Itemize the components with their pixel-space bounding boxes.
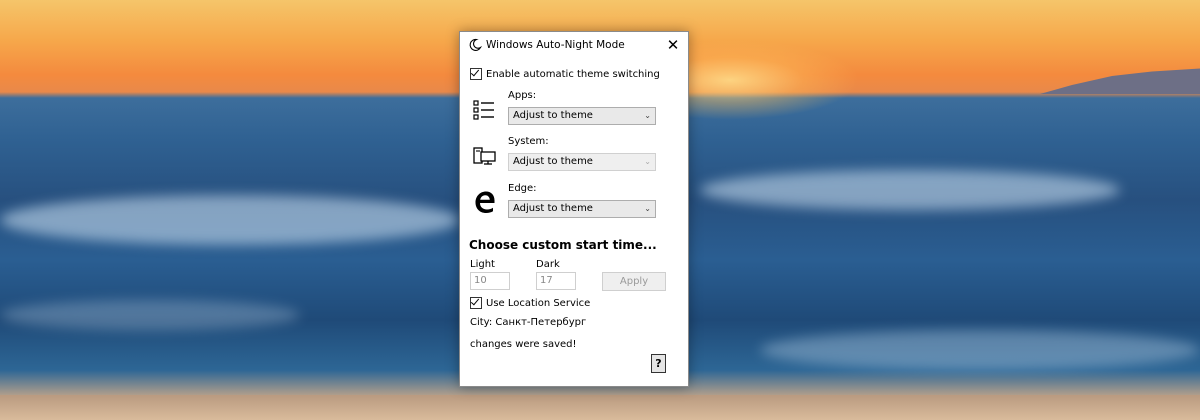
edge-dropdown[interactable]: Adjust to theme ⌄ — [508, 200, 656, 218]
dark-hour-field[interactable]: 17 — [536, 272, 576, 290]
distant-mountain — [1040, 68, 1200, 94]
wave-crest — [700, 170, 1120, 210]
edge-dropdown-value: Adjust to theme — [513, 203, 593, 214]
chevron-down-icon: ⌄ — [644, 111, 651, 120]
apply-button[interactable]: Apply — [602, 272, 666, 291]
checkmark-icon — [470, 67, 480, 77]
chevron-down-icon: ⌄ — [644, 157, 651, 166]
edge-icon — [475, 191, 495, 213]
city-text: City: Санкт-Петербург — [470, 317, 587, 328]
apps-dropdown[interactable]: Adjust to theme ⌄ — [508, 107, 656, 125]
window-title: Windows Auto-Night Mode — [486, 39, 625, 51]
wave-crest — [0, 300, 300, 330]
title-bar[interactable]: Windows Auto-Night Mode ✕ — [460, 32, 688, 58]
help-button[interactable]: ? — [651, 354, 666, 373]
system-dropdown-value: Adjust to theme — [513, 156, 593, 167]
checkbox-box[interactable] — [470, 296, 482, 309]
apps-dropdown-value: Adjust to theme — [513, 110, 593, 121]
enable-switching-label: Enable automatic theme switching — [486, 68, 660, 80]
list-icon — [473, 100, 494, 120]
system-label: System: — [508, 136, 549, 147]
enable-switching-checkbox[interactable]: Enable automatic theme switching — [470, 67, 660, 80]
apps-label: Apps: — [508, 90, 537, 101]
computer-icon — [473, 147, 496, 165]
checkmark-icon — [470, 296, 480, 306]
wave-crest — [760, 330, 1200, 370]
system-dropdown[interactable]: Adjust to theme ⌄ — [508, 153, 656, 171]
app-window: Windows Auto-Night Mode ✕ Enable automat… — [459, 31, 689, 387]
moon-icon — [469, 38, 482, 51]
location-service-checkbox[interactable]: Use Location Service — [470, 296, 591, 309]
custom-time-heading: Choose custom start time... — [469, 238, 657, 252]
close-button[interactable]: ✕ — [658, 32, 688, 58]
edge-label: Edge: — [508, 183, 537, 194]
location-service-label: Use Location Service — [486, 297, 591, 309]
chevron-down-icon: ⌄ — [644, 204, 651, 213]
desktop-wallpaper: Windows Auto-Night Mode ✕ Enable automat… — [0, 0, 1200, 420]
wave-crest — [0, 195, 460, 245]
light-hour-field[interactable]: 10 — [470, 272, 510, 290]
beach-sand — [0, 395, 1200, 420]
light-label: Light — [470, 259, 495, 270]
status-message: changes were saved! — [470, 339, 577, 350]
checkbox-box[interactable] — [470, 67, 482, 80]
dark-label: Dark — [536, 259, 560, 270]
